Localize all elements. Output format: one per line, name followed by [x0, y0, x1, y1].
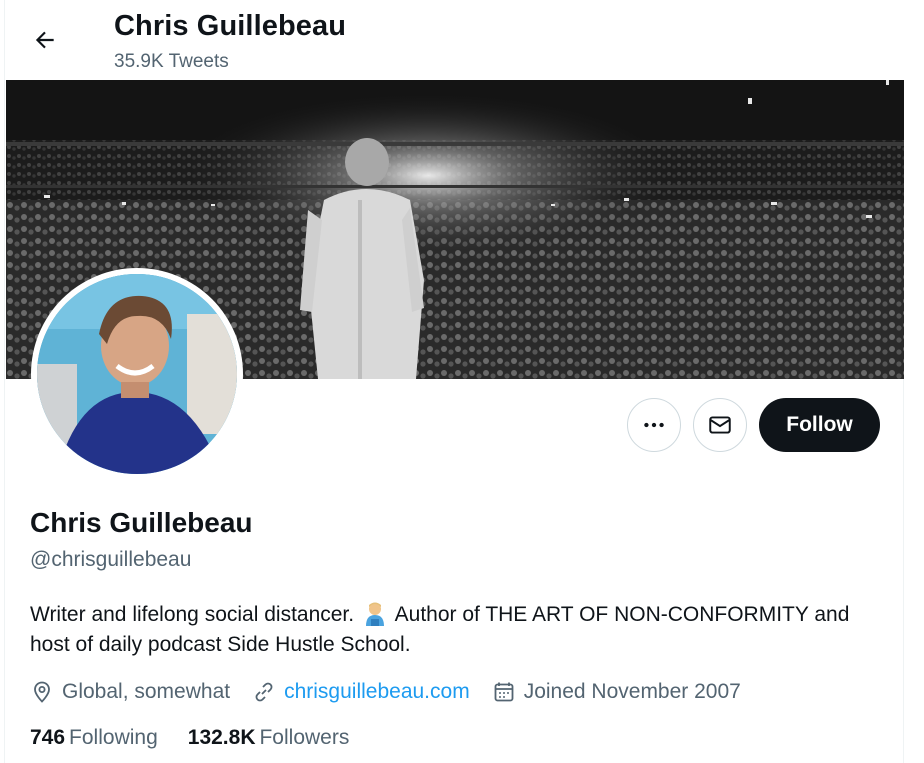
more-icon	[644, 422, 664, 428]
location-text: Global, somewhat	[62, 680, 231, 703]
location-item: Global, somewhat	[30, 680, 230, 704]
link-icon	[255, 682, 273, 702]
following-count: 746	[30, 726, 66, 749]
follow-button[interactable]: Follow	[759, 398, 880, 452]
profile-handle: @chrisguillebeau	[30, 548, 192, 571]
profile-stats: 746 Following 132.8K Followers	[30, 726, 379, 750]
person-emoji-icon	[365, 602, 384, 626]
following-link[interactable]: 746 Following	[30, 726, 158, 750]
followers-link[interactable]: 132.8K Followers	[188, 726, 350, 750]
profile-avatar[interactable]	[31, 268, 243, 480]
arrow-left-icon	[35, 31, 54, 49]
following-label: Following	[69, 726, 158, 749]
profile-bio: Writer and lifelong social distancer. Au…	[30, 600, 890, 660]
back-button[interactable]	[25, 20, 65, 60]
website-item: chrisguillebeau.com	[252, 680, 470, 704]
location-pin-icon	[34, 681, 50, 703]
envelope-icon	[709, 416, 731, 434]
calendar-icon	[494, 682, 514, 702]
avatar-image	[37, 274, 237, 474]
profile-name: Chris Guillebeau	[30, 507, 253, 538]
profile-meta: Global, somewhat chrisguillebeau.com Joi…	[30, 677, 763, 707]
followers-label: Followers	[259, 726, 350, 749]
tweet-count: 35.9K Tweets	[114, 51, 229, 72]
joined-text: Joined November 2007	[523, 680, 741, 703]
joined-item: Joined November 2007	[492, 680, 741, 704]
bio-text-1: Writer and lifelong social distancer.	[30, 603, 355, 626]
more-button[interactable]	[627, 398, 681, 452]
message-button[interactable]	[693, 398, 747, 452]
header-title: Chris Guillebeau	[114, 10, 347, 42]
followers-count: 132.8K	[187, 726, 256, 749]
profile-page: Chris Guillebeau 35.9K Tweets Follow Chr…	[4, 0, 905, 763]
website-link[interactable]: chrisguillebeau.com	[284, 680, 470, 704]
top-header: Chris Guillebeau 35.9K Tweets	[5, 0, 905, 80]
